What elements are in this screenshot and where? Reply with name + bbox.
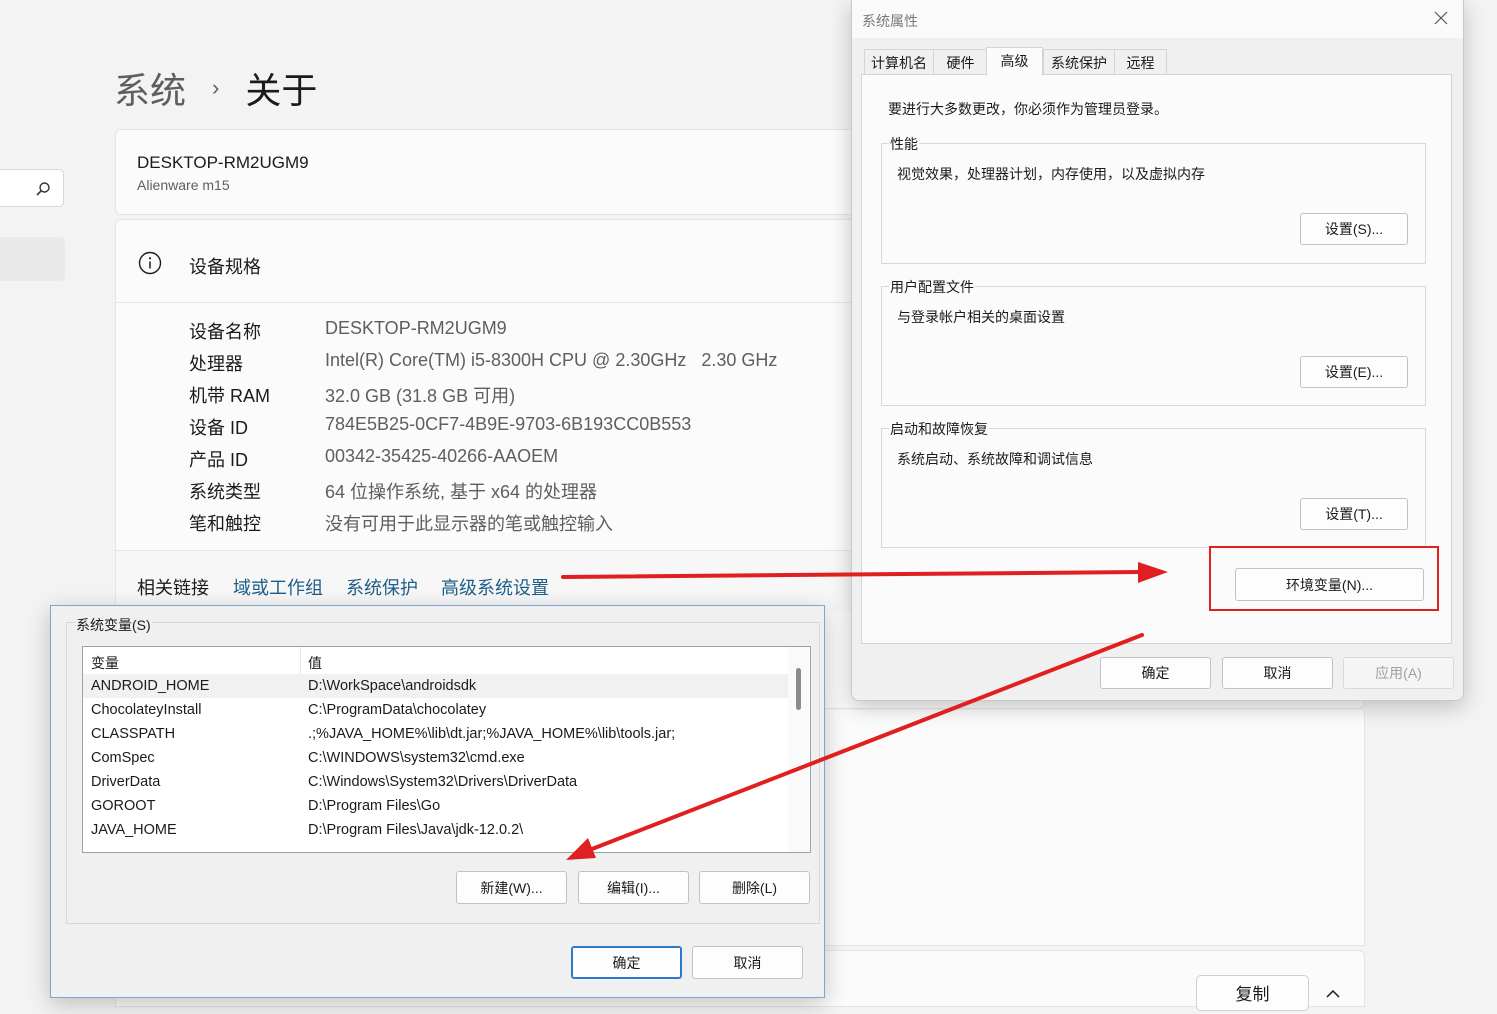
info-icon xyxy=(138,251,162,280)
variable-value: .;%JAVA_HOME%\lib\dt.jar;%JAVA_HOME%\lib… xyxy=(308,726,676,742)
spec-value: 没有可用于此显示器的笔或触控输入 xyxy=(325,514,613,534)
spec-value: 784E5B25-0CF7-4B9E-9703-6B193CC0B553 xyxy=(325,414,692,434)
env-ok-button[interactable]: 确定 xyxy=(571,946,682,979)
spec-label: 处理器 xyxy=(189,354,243,374)
spec-label: 笔和触控 xyxy=(189,514,261,534)
ok-button[interactable]: 确定 xyxy=(1100,657,1211,689)
scrollbar-thumb[interactable] xyxy=(796,668,801,710)
column-divider[interactable] xyxy=(300,647,301,674)
column-header-variable[interactable]: 变量 xyxy=(91,653,119,673)
variable-name: ANDROID_HOME xyxy=(91,678,210,694)
search-icon xyxy=(36,182,50,196)
related-links-label: 相关链接 xyxy=(137,578,209,598)
group-desc-performance: 视觉效果，处理器计划，内存使用，以及虚拟内存 xyxy=(897,166,1205,182)
variable-value: D:\Program Files\Go xyxy=(308,798,441,814)
variable-name: ComSpec xyxy=(91,750,155,766)
table-row[interactable]: DriverData C:\Windows\System32\Drivers\D… xyxy=(83,770,788,794)
table-row[interactable]: ComSpec C:\WINDOWS\system32\cmd.exe xyxy=(83,746,788,770)
chevron-up-icon[interactable] xyxy=(1325,986,1341,1004)
table-row[interactable]: JAVA_HOME D:\Program Files\Java\jdk-12.0… xyxy=(83,818,788,842)
system-variables-title: 系统变量(S) xyxy=(75,615,152,635)
card-lower xyxy=(823,710,1365,946)
tab-remote[interactable]: 远程 xyxy=(1114,49,1167,74)
link-domain-workgroup[interactable]: 域或工作组 xyxy=(233,574,323,600)
admin-note: 要进行大多数更改，你必须作为管理员登录。 xyxy=(888,101,1168,117)
spec-value: 32.0 GB (31.8 GB 可用) xyxy=(325,386,516,406)
variable-value: C:\Windows\System32\Drivers\DriverData xyxy=(308,774,578,790)
cancel-button[interactable]: 取消 xyxy=(1222,657,1333,689)
link-system-protection[interactable]: 系统保护 xyxy=(346,574,418,600)
spec-label: 设备 ID xyxy=(189,418,249,438)
env-cancel-button[interactable]: 取消 xyxy=(692,946,803,979)
spec-value: 64 位操作系统, 基于 x64 的处理器 xyxy=(325,482,598,502)
specs-title: 设备规格 xyxy=(189,257,261,277)
variable-name: ChocolateyInstall xyxy=(91,702,202,718)
table-row[interactable]: ANDROID_HOME D:\WorkSpace\androidsdk xyxy=(83,674,788,698)
copy-button[interactable]: 复制 xyxy=(1196,975,1309,1011)
apply-button[interactable]: 应用(A) xyxy=(1343,657,1454,689)
variable-name: GOROOT xyxy=(91,798,156,814)
list-header: 变量 值 xyxy=(83,647,788,674)
table-row[interactable]: ChocolateyInstall C:\ProgramData\chocola… xyxy=(83,698,788,722)
variable-value: D:\Program Files\Java\jdk-12.0.2\ xyxy=(308,822,524,838)
variable-name: DriverData xyxy=(91,774,161,790)
spec-label: 产品 ID xyxy=(189,450,249,470)
variable-value: C:\WINDOWS\system32\cmd.exe xyxy=(308,750,525,766)
spec-value: 00342-35425-40266-AAOEM xyxy=(325,446,559,466)
performance-settings-button[interactable]: 设置(S)... xyxy=(1300,213,1408,245)
tab-computer-name[interactable]: 计算机名 xyxy=(864,49,934,74)
group-user-profiles xyxy=(881,286,1426,406)
group-desc-user-profiles: 与登录帐户相关的桌面设置 xyxy=(897,309,1065,325)
breadcrumb: 系统 › 关于 xyxy=(114,62,317,114)
group-performance xyxy=(881,143,1426,264)
edit-variable-button[interactable]: 编辑(I)... xyxy=(578,871,689,904)
link-advanced-system-settings[interactable]: 高级系统设置 xyxy=(441,574,549,600)
spec-value: DESKTOP-RM2UGM9 xyxy=(325,318,507,338)
nav-item-selected[interactable] xyxy=(0,237,65,281)
spec-label: 设备名称 xyxy=(189,322,261,342)
delete-variable-button[interactable]: 删除(L) xyxy=(699,871,810,904)
group-desc-startup-recovery: 系统启动、系统故障和调试信息 xyxy=(897,451,1093,467)
table-row[interactable]: CLASSPATH .;%JAVA_HOME%\lib\dt.jar;%JAVA… xyxy=(83,722,788,746)
column-header-value[interactable]: 值 xyxy=(308,653,322,673)
new-variable-button[interactable]: 新建(W)... xyxy=(456,871,567,904)
tab-advanced[interactable]: 高级 xyxy=(986,47,1043,76)
variable-value: D:\WorkSpace\androidsdk xyxy=(308,678,477,694)
user-profiles-settings-button[interactable]: 设置(E)... xyxy=(1300,356,1408,388)
spec-label: 机带 RAM xyxy=(189,386,270,406)
tab-system-protection[interactable]: 系统保护 xyxy=(1043,49,1115,74)
table-row[interactable]: GOROOT D:\Program Files\Go xyxy=(83,794,788,818)
page-title: 关于 xyxy=(245,70,318,111)
search-box[interactable] xyxy=(0,169,64,207)
variable-name: CLASSPATH xyxy=(91,726,176,742)
breadcrumb-separator: › xyxy=(212,75,220,100)
variable-name: JAVA_HOME xyxy=(91,822,177,838)
dialog-titlebar[interactable] xyxy=(852,0,1463,38)
variable-value: C:\ProgramData\chocolatey xyxy=(308,702,487,718)
tab-hardware[interactable]: 硬件 xyxy=(933,49,988,74)
system-variables-list[interactable]: 变量 值 ANDROID_HOME D:\WorkSpace\androidsd… xyxy=(82,646,811,853)
annotation-highlight-box xyxy=(1209,546,1439,611)
group-startup-recovery xyxy=(881,428,1426,548)
spec-label: 系统类型 xyxy=(189,482,261,502)
group-title-startup-recovery: 启动和故障恢复 xyxy=(889,419,989,439)
device-model: Alienware m15 xyxy=(137,177,230,193)
startup-recovery-settings-button[interactable]: 设置(T)... xyxy=(1300,498,1408,530)
group-title-performance: 性能 xyxy=(889,134,919,154)
device-name: DESKTOP-RM2UGM9 xyxy=(137,153,309,172)
close-icon[interactable] xyxy=(1434,11,1448,30)
group-title-user-profiles: 用户配置文件 xyxy=(889,277,975,297)
spec-value: Intel(R) Core(TM) i5-8300H CPU @ 2.30GHz… xyxy=(325,350,778,370)
breadcrumb-parent[interactable]: 系统 xyxy=(114,62,186,114)
dialog-title: 系统属性 xyxy=(862,13,918,29)
